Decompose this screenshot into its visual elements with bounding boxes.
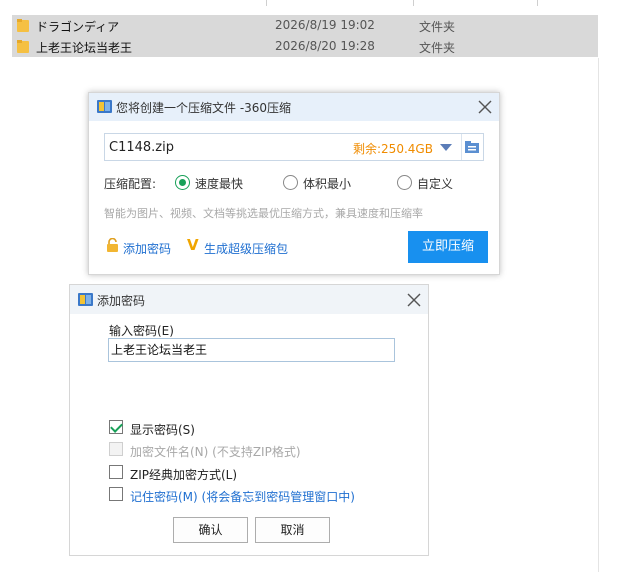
remember-password-checkbox[interactable] [109,487,123,501]
vip-icon: V [187,236,199,254]
password-dialog-titlebar[interactable]: 添加密码 [70,285,428,314]
radio-fastest[interactable] [175,175,190,190]
password-input[interactable]: 上老王论坛当老王 [108,338,395,362]
column-separator[interactable] [537,0,538,6]
compress-now-button[interactable]: 立即压缩 [408,231,488,263]
file-date: 2026/8/19 19:02 [275,18,375,32]
option-fastest-label[interactable]: 速度最快 [195,175,243,192]
password-dialog: 添加密码 输入密码(E) 上老王论坛当老王 显示密码(S) 加密文件名(N) (… [69,284,429,556]
compress-hint: 智能为图片、视频、文档等挑选最优压缩方式，兼具速度和压缩率 [104,207,423,220]
encrypt-filenames-label: 加密文件名(N) (不支持ZIP格式) [130,445,301,459]
archive-app-icon [97,100,112,113]
dropdown-arrow-icon[interactable] [440,144,452,151]
column-separator[interactable] [413,0,414,6]
zip-classic-label[interactable]: ZIP经典加密方式(L) [130,466,237,483]
add-password-link[interactable]: 添加密码 [123,240,171,257]
file-date: 2026/8/20 19:28 [275,39,375,53]
archive-app-icon [78,293,93,306]
show-password-checkbox[interactable] [109,420,123,434]
compress-dialog-titlebar[interactable]: 您将创建一个压缩文件 -360压缩 [89,93,499,121]
radio-custom[interactable] [397,175,412,190]
file-name: ドラゴンディア [36,20,120,34]
compress-dialog-title: 您将创建一个压缩文件 -360压缩 [116,101,292,115]
folder-icon [17,40,29,53]
folder-icon [17,19,29,32]
archive-path-field[interactable]: C1148.zip 剩余:250.4GB [104,133,484,161]
file-name: 上老王论坛当老王 [36,41,133,55]
file-type: 文件夹 [419,20,456,34]
compress-dialog: 您将创建一个压缩文件 -360压缩 C1148.zip 剩余:250.4GB 压… [88,92,500,275]
show-password-label[interactable]: 显示密码(S) [130,421,195,438]
password-dialog-title: 添加密码 [97,294,146,308]
zip-classic-checkbox[interactable] [109,465,123,479]
option-custom-label[interactable]: 自定义 [417,175,453,192]
remember-password-label[interactable]: 记住密码(M) (将会备忘到密码管理窗口中) [130,488,355,505]
divider [461,134,462,160]
close-icon[interactable] [478,100,492,114]
pane-border [598,58,599,572]
close-icon[interactable] [407,293,421,307]
column-separator[interactable] [266,0,267,6]
radio-smallest[interactable] [283,175,298,190]
file-row[interactable]: ドラゴンディア 2026/8/19 19:02 文件夹 [12,15,598,36]
file-type: 文件夹 [419,41,456,55]
compress-config-label: 压缩配置: [104,177,157,191]
browse-folder-icon[interactable] [465,141,479,153]
super-archive-link[interactable]: 生成超级压缩包 [204,240,288,257]
free-space-label: 剩余:250.4GB [353,142,433,156]
lock-icon[interactable] [106,238,119,252]
password-input-label: 输入密码(E) [109,324,174,338]
file-row[interactable]: 上老王论坛当老王 2026/8/20 19:28 文件夹 [12,36,598,57]
cancel-button[interactable]: 取消 [255,517,330,543]
option-smallest-label[interactable]: 体积最小 [303,175,351,192]
encrypt-filenames-checkbox [109,442,123,456]
ok-button[interactable]: 确认 [173,517,248,543]
archive-filename[interactable]: C1148.zip [109,140,174,155]
